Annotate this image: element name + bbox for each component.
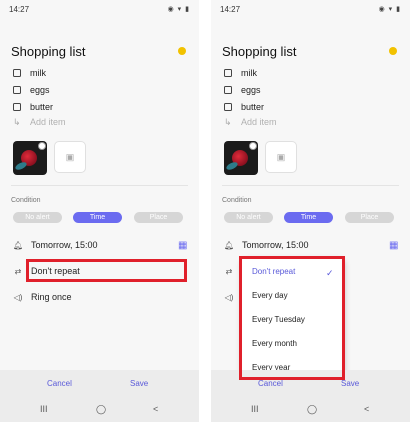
checklist-item-label: milk — [30, 68, 46, 78]
checklist-item-label: milk — [241, 68, 257, 78]
leaf-image — [14, 160, 28, 172]
condition-time[interactable]: Time — [284, 212, 333, 223]
back-nav-button[interactable]: < — [153, 404, 158, 414]
recents-nav-button[interactable]: III — [40, 404, 48, 414]
divider — [11, 185, 188, 186]
bell-icon: 🔔︎ — [224, 240, 235, 250]
cancel-button[interactable]: Cancel — [47, 379, 72, 388]
save-button[interactable]: Save — [130, 379, 148, 388]
save-button[interactable]: Save — [341, 379, 359, 388]
recents-nav-button[interactable]: III — [251, 404, 259, 414]
checklist-item[interactable]: butter — [13, 100, 53, 114]
checkbox[interactable] — [224, 86, 232, 94]
status-time: 14:27 — [220, 5, 241, 14]
repeat-icon: ⇄ — [225, 266, 233, 276]
status-bar: 14:27 ◉ ▾ ▮ — [9, 5, 190, 17]
checklist-item[interactable]: butter — [224, 100, 264, 114]
home-nav-button[interactable]: ◯ — [307, 404, 317, 415]
condition-place[interactable]: Place — [134, 212, 183, 223]
add-arrow-icon: ↳ — [224, 116, 232, 127]
phone-screen-left: 14:27 ◉ ▾ ▮ Shopping list milk eggs butt… — [0, 0, 199, 422]
add-item-row[interactable]: ↳ Add item — [224, 115, 277, 129]
status-time: 14:27 — [9, 5, 30, 14]
checkbox[interactable] — [13, 103, 21, 111]
add-item-placeholder: Add item — [30, 117, 66, 127]
sound-row[interactable]: ◁) Ring once — [13, 290, 72, 304]
condition-place[interactable]: Place — [345, 212, 394, 223]
speaker-icon: ◁) — [224, 292, 234, 302]
checkbox[interactable] — [13, 86, 21, 94]
add-image-button[interactable]: ▣ — [265, 141, 297, 173]
remove-photo-icon[interactable] — [38, 142, 46, 150]
add-item-placeholder: Add item — [241, 117, 277, 127]
checklist-item-label: eggs — [241, 85, 261, 95]
bell-icon: 🔔︎ — [13, 240, 24, 250]
checklist-item-label: butter — [30, 102, 54, 112]
add-image-icon: ▣ — [276, 151, 286, 162]
status-icons: ◉ ▾ ▮ — [167, 6, 190, 13]
add-arrow-icon: ↳ — [13, 116, 21, 127]
remove-photo-icon[interactable] — [249, 142, 257, 150]
reminder-datetime: Tomorrow, 15:00 — [31, 240, 98, 250]
sound-value: Ring once — [31, 292, 72, 302]
add-image-icon: ▣ — [65, 151, 75, 162]
dropdown-highlight-box — [239, 256, 345, 380]
status-bar: 14:27 ◉ ▾ ▮ — [220, 5, 401, 17]
status-icons: ◉ ▾ ▮ — [378, 6, 401, 13]
checklist-item-label: eggs — [30, 85, 50, 95]
checklist-item[interactable]: eggs — [13, 83, 50, 97]
checklist-item-label: butter — [241, 102, 265, 112]
attached-photo[interactable] — [224, 141, 258, 175]
cancel-button[interactable]: Cancel — [258, 379, 283, 388]
condition-label: Condition — [11, 197, 41, 204]
note-title[interactable]: Shopping list — [11, 44, 85, 59]
checklist-item[interactable]: milk — [224, 66, 257, 80]
speaker-icon: ◁) — [13, 292, 23, 302]
color-dot[interactable] — [178, 47, 186, 55]
repeat-highlight-box — [26, 259, 187, 282]
checklist-item[interactable]: milk — [13, 66, 46, 80]
leaf-image — [225, 160, 239, 172]
repeat-icon: ⇄ — [14, 266, 22, 276]
condition-label: Condition — [222, 197, 252, 204]
back-nav-button[interactable]: < — [364, 404, 369, 414]
reminder-datetime-row[interactable]: 🔔︎ Tomorrow, 15:00 — [13, 238, 98, 252]
checkbox[interactable] — [13, 69, 21, 77]
condition-no-alert[interactable]: No alert — [13, 212, 62, 223]
add-item-row[interactable]: ↳ Add item — [13, 115, 66, 129]
divider — [222, 185, 399, 186]
add-image-button[interactable]: ▣ — [54, 141, 86, 173]
condition-time[interactable]: Time — [73, 212, 122, 223]
reminder-datetime-row[interactable]: 🔔︎ Tomorrow, 15:00 — [224, 238, 309, 252]
note-title[interactable]: Shopping list — [222, 44, 296, 59]
calendar-icon[interactable]: ▦ — [178, 240, 187, 251]
checkbox[interactable] — [224, 69, 232, 77]
condition-no-alert[interactable]: No alert — [224, 212, 273, 223]
home-nav-button[interactable]: ◯ — [96, 404, 106, 415]
checkbox[interactable] — [224, 103, 232, 111]
attached-photo[interactable] — [13, 141, 47, 175]
calendar-icon[interactable]: ▦ — [389, 240, 398, 251]
reminder-datetime: Tomorrow, 15:00 — [242, 240, 309, 250]
color-dot[interactable] — [389, 47, 397, 55]
checklist-item[interactable]: eggs — [224, 83, 261, 97]
